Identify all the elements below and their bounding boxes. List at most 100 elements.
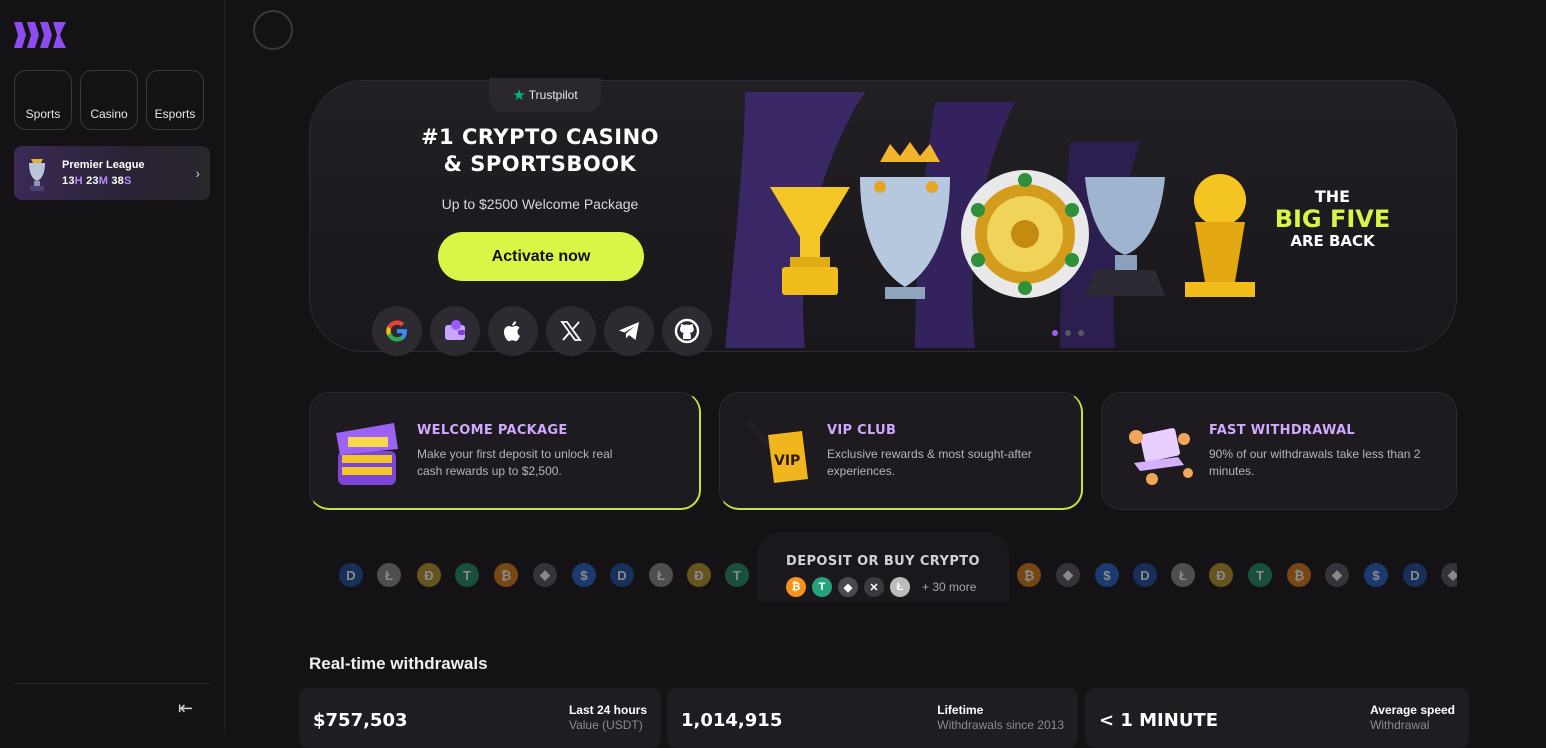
stat-value: 1,014,915 <box>681 710 783 731</box>
fast-withdrawal-desc: 90% of our withdrawals take less than 2 … <box>1209 447 1421 478</box>
premier-league-trophy-icon <box>29 159 45 191</box>
wallet-icon <box>445 320 465 340</box>
treasure-chest-icon <box>336 423 398 485</box>
promo-title: Premier League <box>62 159 145 171</box>
stat-label: Lifetime Withdrawals since 2013 <box>937 703 1064 732</box>
big-five-tagline: THE BIG FIVE ARE BACK <box>1255 186 1410 252</box>
collapse-sidebar-button[interactable]: ⇤ <box>178 698 193 719</box>
minutes-value: 23 <box>86 175 99 187</box>
seconds-value: 38 <box>111 175 124 187</box>
laptop-coins-icon <box>1129 428 1193 485</box>
deposit-coins-row: ₿ T ◆ ✕ Ł + 30 more <box>786 577 976 597</box>
tether-icon: T <box>812 577 832 597</box>
dogecoin-coin-icon: Ð <box>1209 563 1233 587</box>
carousel-dot-2[interactable] <box>1065 330 1071 336</box>
user-avatar-button[interactable] <box>253 10 293 50</box>
minutes-unit: M <box>98 175 109 187</box>
hero-title-line2: & SPORTSBOOK <box>443 152 637 176</box>
x-login-button[interactable] <box>546 306 596 356</box>
google-icon <box>386 320 407 342</box>
fast-withdrawal-title: FAST WITHDRAWAL <box>1209 423 1356 438</box>
dogecoin-coin-icon: Ð <box>687 563 711 587</box>
carousel-dots <box>1052 330 1084 336</box>
litecoin-coin-icon: Ł <box>649 563 673 587</box>
stat-average-speed: < 1 MINUTE Average speed Withdrawal <box>1085 688 1469 748</box>
stat-label: Last 24 hours Value (USDT) <box>569 703 647 732</box>
xrp-icon: ✕ <box>864 577 884 597</box>
site-logo[interactable] <box>14 22 70 48</box>
dogecoin-coin-icon: Ð <box>417 563 441 587</box>
bitcoin-coin-icon: ₿ <box>1017 563 1041 587</box>
hero-title: #1 CRYPTO CASINO & SPORTSBOOK <box>380 124 700 178</box>
usdc-coin-icon: $ <box>572 563 596 587</box>
stat-last-24-hours: $757,503 Last 24 hours Value (USDT) <box>299 688 661 748</box>
tether-coin-icon: T <box>725 563 749 587</box>
trustpilot-badge[interactable]: ★ Trustpilot <box>489 78 601 112</box>
premier-league-promo[interactable]: Premier League 13H 23M 38S › <box>14 146 210 200</box>
nav-sports[interactable]: Sports <box>14 70 72 130</box>
nav-casino[interactable]: Casino <box>80 70 138 130</box>
more-coins-label: + 30 more <box>922 580 977 594</box>
deposit-crypto-title: DEPOSIT OR BUY CRYPTO <box>786 554 980 569</box>
chevron-right-icon: › <box>195 165 200 181</box>
welcome-package-desc: Make your first deposit to unlock real c… <box>417 447 613 478</box>
fast-withdrawal-card[interactable]: FAST WITHDRAWAL 90% of our withdrawals t… <box>1101 392 1457 510</box>
stat-value: < 1 MINUTE <box>1099 710 1219 731</box>
seconds-unit: S <box>123 175 132 187</box>
trustpilot-label: Trustpilot <box>528 88 578 102</box>
svg-text:VIP: VIP <box>774 453 800 469</box>
sidebar: Sports Casino Esports Premier League 13H… <box>0 0 225 732</box>
hero-title-line1: #1 CRYPTO CASINO <box>420 125 660 149</box>
ethereum-coin-icon: ◆ <box>1441 563 1457 587</box>
stat-sub: Value (USDT) <box>568 718 643 732</box>
github-login-button[interactable] <box>662 306 712 356</box>
dash-coin-icon: D <box>339 563 363 587</box>
dash-coin-icon: D <box>1133 563 1157 587</box>
litecoin-coin-icon: Ł <box>377 563 401 587</box>
activate-now-button[interactable]: Activate now <box>438 232 644 281</box>
stat-label-text: Last 24 hours <box>568 703 647 717</box>
promo-countdown: 13H 23M 38S <box>62 175 145 187</box>
dash-coin-icon: D <box>1403 563 1427 587</box>
litecoin-icon: Ł <box>890 577 910 597</box>
nav-esports[interactable]: Esports <box>146 70 204 130</box>
vip-club-desc: Exclusive rewards & most sought-after ex… <box>827 447 1032 478</box>
bitcoin-coin-icon: ₿ <box>494 563 518 587</box>
vip-pass-icon: VIP <box>746 419 808 483</box>
bitcoin-coin-icon: ₿ <box>1287 563 1311 587</box>
ethereum-coin-icon: ◆ <box>1325 563 1349 587</box>
sidebar-divider <box>14 683 210 684</box>
nav-casino-label: Casino <box>90 107 128 121</box>
tether-coin-icon: T <box>1248 563 1272 587</box>
vip-club-card[interactable]: VIP VIP CLUB Exclusive rewards & most so… <box>719 392 1083 510</box>
welcome-package-title: WELCOME PACKAGE <box>417 423 568 438</box>
ethereum-icon: ◆ <box>838 577 858 597</box>
telegram-login-button[interactable] <box>604 306 654 356</box>
nav-sports-label: Sports <box>25 107 61 121</box>
tether-coin-icon: T <box>455 563 479 587</box>
bitcoin-icon: ₿ <box>786 577 806 597</box>
stat-label-text: Average speed <box>1370 703 1455 717</box>
nav-esports-label: Esports <box>154 107 196 121</box>
dash-coin-icon: D <box>610 563 634 587</box>
stat-lifetime: 1,014,915 Lifetime Withdrawals since 201… <box>667 688 1078 748</box>
welcome-package-card[interactable]: WELCOME PACKAGE Make your first deposit … <box>309 392 701 510</box>
google-login-button[interactable] <box>372 306 422 356</box>
telegram-icon <box>619 322 639 340</box>
ethereum-coin-icon: ◆ <box>1056 563 1080 587</box>
stat-label: Average speed Withdrawal <box>1370 703 1455 732</box>
wallet-login-button[interactable] <box>430 306 480 356</box>
stat-sub: Withdrawal <box>1370 718 1430 732</box>
hero-subtitle: Up to $2500 Welcome Package <box>441 196 639 212</box>
carousel-dot-3[interactable] <box>1078 330 1084 336</box>
star-icon: ★ <box>512 87 526 104</box>
apple-login-button[interactable] <box>488 306 538 356</box>
tagline-line3: ARE BACK <box>1290 232 1375 250</box>
vip-club-title: VIP CLUB <box>827 423 897 438</box>
hours-value: 13 <box>62 175 75 187</box>
x-icon <box>560 321 582 341</box>
ethereum-coin-icon: ◆ <box>533 563 557 587</box>
carousel-dot-1[interactable] <box>1052 330 1058 336</box>
litecoin-coin-icon: Ł <box>1171 563 1195 587</box>
stat-label-text: Lifetime <box>937 703 984 717</box>
